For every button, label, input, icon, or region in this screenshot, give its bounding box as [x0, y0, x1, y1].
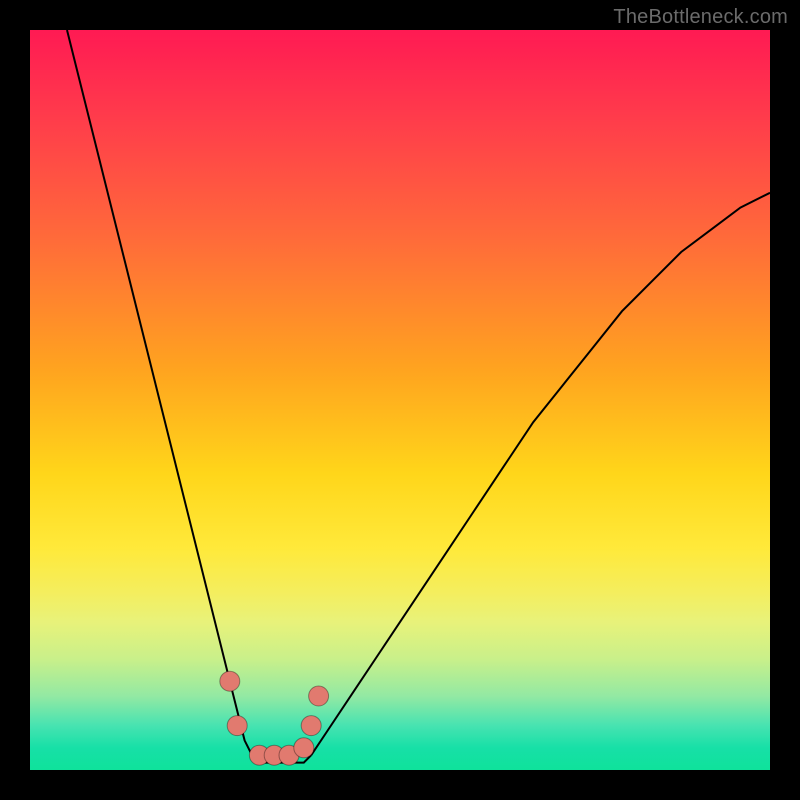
chart-frame: TheBottleneck.com: [0, 0, 800, 800]
plot-area: [30, 30, 770, 770]
marker-point: [301, 716, 321, 736]
marker-point: [294, 738, 314, 758]
watermark-text: TheBottleneck.com: [613, 6, 788, 29]
curve-layer: [30, 30, 770, 770]
marker-point: [220, 671, 240, 691]
curve-left-branch: [67, 30, 252, 755]
curve-right-branch: [311, 193, 770, 755]
marker-point: [227, 716, 247, 736]
marker-point: [309, 686, 329, 706]
